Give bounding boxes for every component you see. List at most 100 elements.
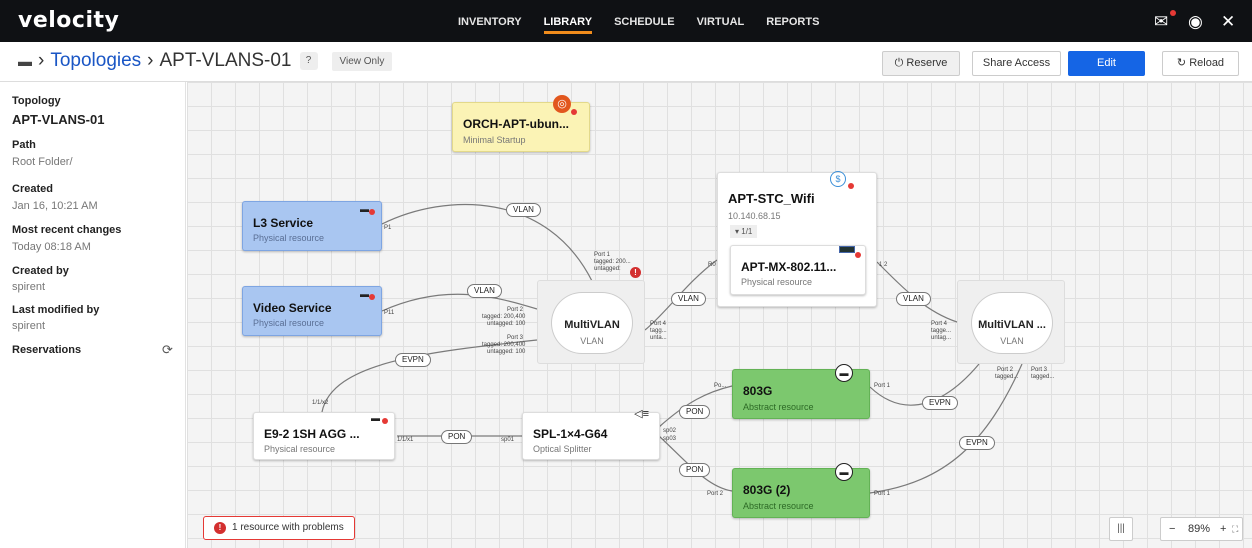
link-label-pon[interactable]: PON: [679, 463, 711, 477]
topology-info-panel: Topology APT-VLANS-01 Path Root Folder/ …: [0, 82, 186, 548]
topology-label: Topology: [12, 95, 61, 107]
node-803g-2[interactable]: 803G (2) Abstract resource ▬: [732, 463, 870, 518]
node-title: L3 Service: [253, 216, 314, 230]
node-subtitle: Minimal Startup: [463, 135, 526, 145]
port-label: Port 3: [507, 335, 524, 341]
problems-indicator[interactable]: ! 1 resource with problems: [203, 516, 355, 540]
zoom-level: 89%: [1188, 523, 1211, 535]
node-title: MultiVLAN: [564, 319, 620, 331]
node-title: APT-MX-802.11...: [741, 260, 837, 274]
port-label: 1/1/x2: [312, 400, 329, 406]
nav-inventory[interactable]: INVENTORY: [458, 0, 522, 42]
fit-screen-icon[interactable]: ⛶: [1232, 518, 1238, 540]
mail-icon[interactable]: ✉: [1154, 12, 1168, 32]
share-access-button[interactable]: Share Access: [972, 51, 1061, 76]
reserve-button[interactable]: ⏻ Reserve: [882, 51, 960, 76]
zoom-out-button[interactable]: −: [1169, 518, 1175, 540]
nav-reports[interactable]: REPORTS: [766, 0, 819, 42]
node-subtitle: Optical Splitter: [533, 444, 592, 454]
edit-button[interactable]: Edit: [1068, 51, 1145, 76]
device-icon: ▬: [371, 413, 380, 423]
port-label: untagged: 100: [487, 321, 526, 327]
port-label: 1/1/x1: [397, 437, 414, 443]
node-apt-stc-wifi[interactable]: APT-STC_Wifi 10.140.68.15 ▾ 1/1 $ APT-MX…: [717, 171, 877, 307]
node-subtitle: VLAN: [1000, 336, 1024, 346]
node-title: SPL-1×4-G64: [533, 427, 608, 441]
node-803g[interactable]: 803G Abstract resource ▬: [732, 364, 870, 419]
node-optical-splitter[interactable]: SPL-1×4-G64 Optical Splitter ◁≡: [522, 408, 660, 460]
port-label: untagged: 100: [487, 349, 526, 355]
node-multivlan-1[interactable]: MultiVLAN VLAN: [537, 280, 645, 364]
nav-schedule[interactable]: SCHEDULE: [614, 0, 675, 42]
link-line: [869, 363, 1023, 494]
port-label: Port 2: [507, 307, 524, 313]
node-l3-service[interactable]: L3 Service Physical resource ▬: [242, 201, 382, 251]
port-label: tagged: 200,400: [482, 342, 526, 348]
port-label: Port 3: [1031, 367, 1048, 373]
link-label-vlan[interactable]: VLAN: [671, 292, 706, 306]
link-label-evpn[interactable]: EVPN: [959, 436, 995, 450]
port-label: tagged: 200,400: [482, 314, 526, 320]
topology-header: ▬ › Topologies › APT-VLANS-01 ? View Onl…: [0, 42, 1252, 82]
link-label-evpn[interactable]: EVPN: [395, 353, 431, 367]
topology-canvas[interactable]: ORCH-APT-ubun... Minimal Startup ◎ L3 Se…: [187, 82, 1252, 548]
reload-button[interactable]: ↻ Reload: [1162, 51, 1239, 76]
device-icon: ▬: [360, 289, 369, 299]
node-title: ORCH-APT-ubun...: [463, 117, 569, 131]
link-label-vlan[interactable]: VLAN: [896, 292, 931, 306]
ubuntu-icon: ◎: [553, 95, 571, 113]
column-toggle-button[interactable]: |||: [1109, 517, 1133, 541]
refresh-icon[interactable]: ⟳: [162, 342, 173, 358]
link-label-evpn[interactable]: EVPN: [922, 396, 958, 410]
link-label-vlan[interactable]: VLAN: [506, 203, 541, 217]
zoom-control: − 89% + ⛶: [1160, 517, 1243, 541]
link-label-pon[interactable]: PON: [441, 430, 473, 444]
help-badge[interactable]: ?: [299, 52, 318, 70]
zoom-in-button[interactable]: +: [1220, 518, 1226, 540]
folder-icon[interactable]: ▬: [18, 53, 32, 69]
node-title: APT-STC_Wifi: [728, 191, 815, 206]
breadcrumb: ▬ › Topologies › APT-VLANS-01 ? View Onl…: [18, 50, 393, 72]
port-label: P11: [384, 310, 395, 316]
status-dot: [855, 252, 861, 258]
status-dot: [571, 109, 577, 115]
node-multivlan-2[interactable]: MultiVLAN ... VLAN: [957, 280, 1065, 364]
port-label: sp03: [663, 436, 677, 442]
tools-icon[interactable]: ✕: [1221, 12, 1235, 32]
error-icon: !: [214, 522, 226, 534]
main-nav: INVENTORY LIBRARY SCHEDULE VIRTUAL REPOR…: [458, 0, 841, 42]
port-label: tagged...: [995, 374, 1019, 380]
user-icon[interactable]: ◉: [1188, 12, 1203, 32]
port-label: sp02: [663, 428, 677, 434]
port-label: untag...: [931, 335, 952, 341]
status-dot: [848, 183, 854, 189]
node-orch-vm[interactable]: ORCH-APT-ubun... Minimal Startup ◎: [452, 95, 590, 152]
modified-by-value: spirent: [12, 320, 46, 332]
breadcrumb-topologies-link[interactable]: Topologies: [50, 50, 141, 72]
node-title: Video Service: [253, 301, 332, 315]
created-by-value: spirent: [12, 281, 46, 293]
node-apt-mx[interactable]: APT-MX-802.11... Physical resource: [730, 245, 866, 295]
node-video-service[interactable]: Video Service Physical resource ▬: [242, 286, 382, 336]
splitter-icon: ◁≡: [634, 408, 649, 420]
recent-changes-value: Today 08:18 AM: [12, 241, 91, 253]
port-group-tag[interactable]: ▾ 1/1: [730, 225, 758, 238]
velocity-logo[interactable]: velocity: [18, 8, 119, 33]
nav-library[interactable]: LIBRARY: [543, 0, 593, 42]
error-icon[interactable]: !: [630, 267, 641, 278]
nav-virtual[interactable]: VIRTUAL: [697, 0, 745, 42]
port-label: sp01: [501, 437, 515, 443]
modified-by-label: Last modified by: [12, 304, 100, 316]
link-label-pon[interactable]: PON: [679, 405, 711, 419]
node-e9-agg[interactable]: E9-2 1SH AGG ... Physical resource ▬: [253, 412, 395, 460]
created-by-label: Created by: [12, 265, 69, 277]
port-label: Po...: [714, 383, 727, 389]
page-title: APT-VLANS-01: [159, 50, 292, 71]
port-label: Port 4: [931, 321, 948, 327]
port-label: unta...: [650, 335, 667, 341]
status-dot: [369, 209, 375, 215]
link-label-vlan[interactable]: VLAN: [467, 284, 502, 298]
reservations-label: Reservations: [12, 344, 82, 356]
node-subtitle: Abstract resource: [743, 501, 814, 511]
port-label: Port 2: [997, 367, 1014, 373]
